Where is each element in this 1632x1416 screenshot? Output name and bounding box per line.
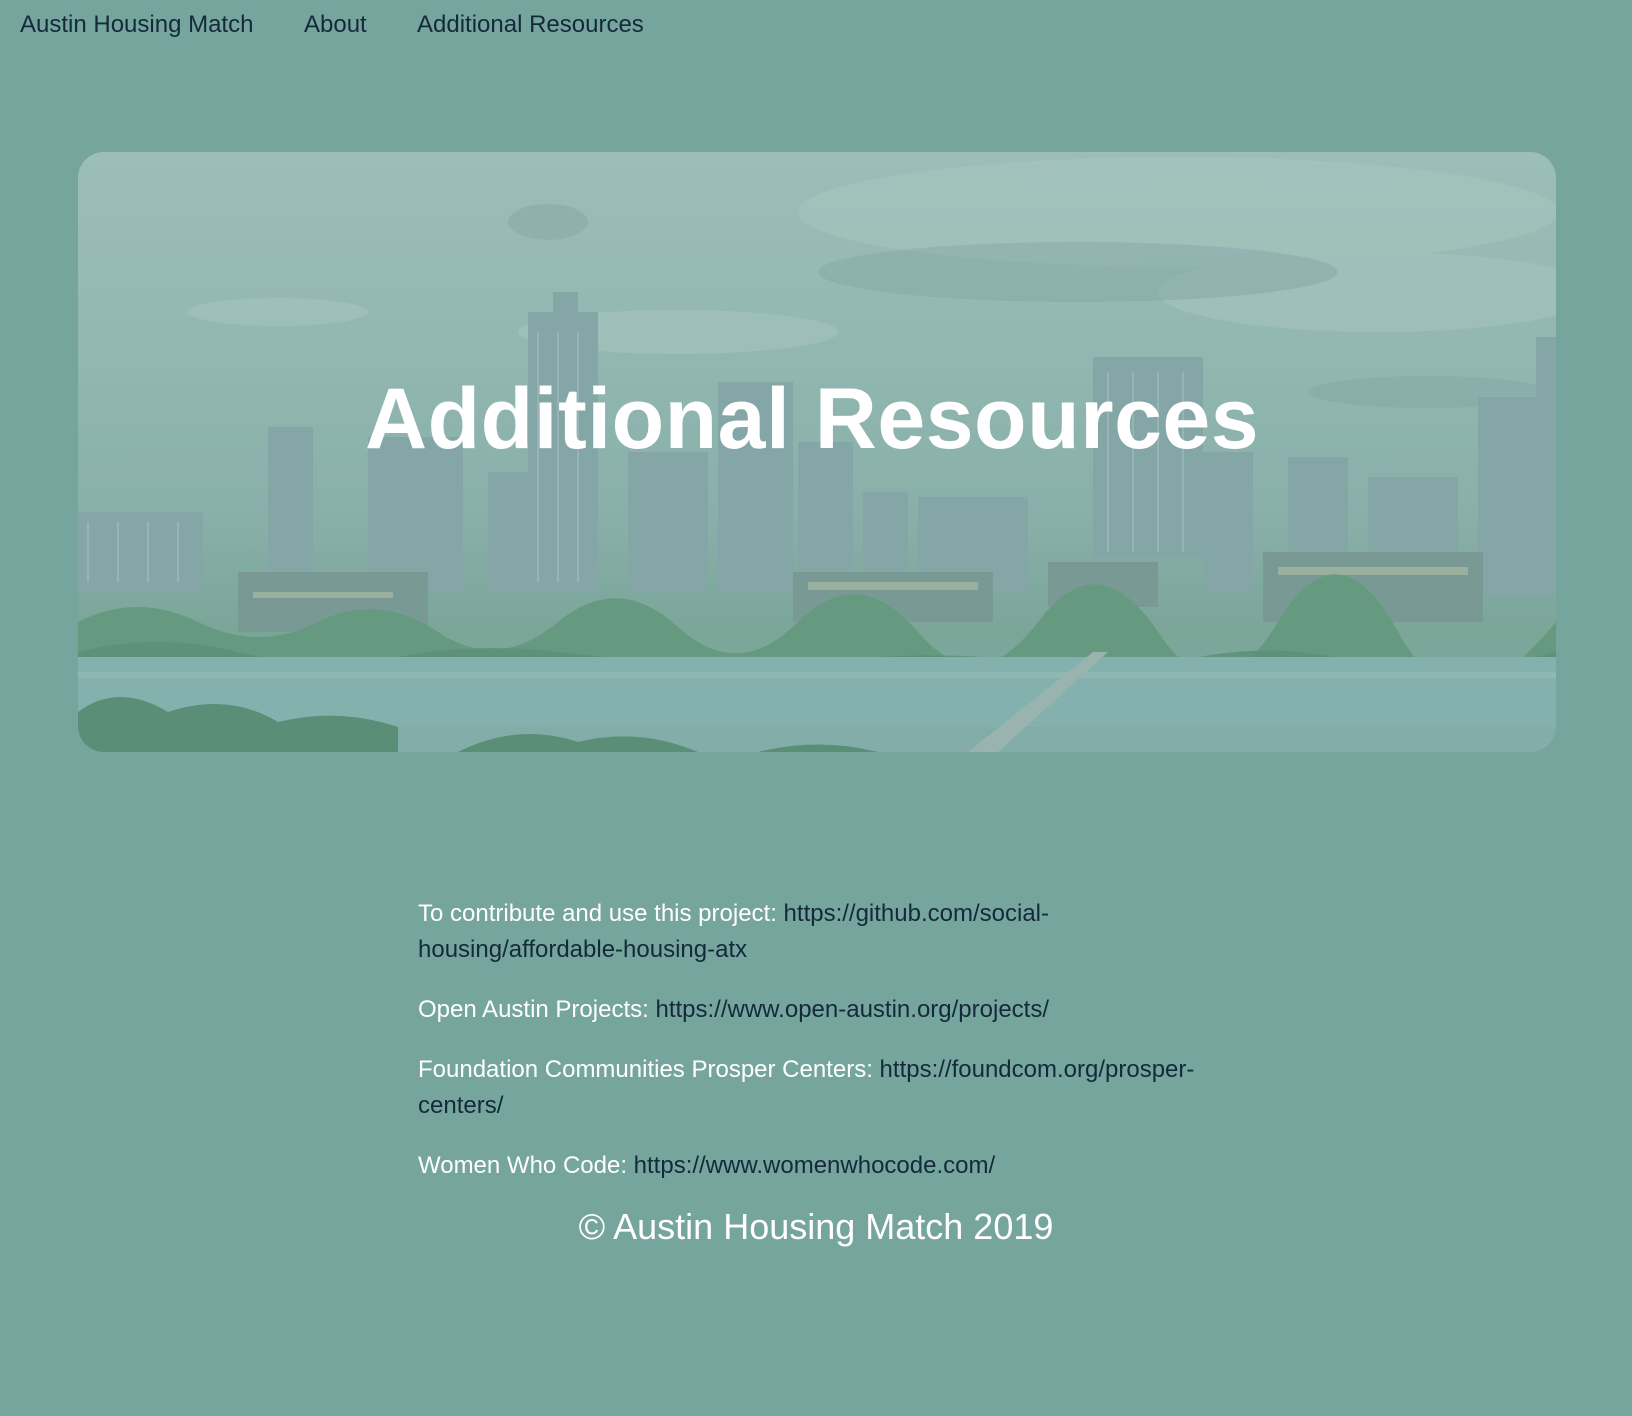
resource-label: Foundation Communities Prosper Centers: [418,1056,880,1083]
resource-label: Open Austin Projects: [418,996,656,1023]
resource-item-women-who-code: Women Who Code: https://www.womenwhocode… [418,1148,1218,1184]
hero-banner: Additional Resources [78,152,1556,752]
resources-list: To contribute and use this project: http… [418,896,1218,1208]
nav-resources-link[interactable]: Additional Resources [417,11,644,39]
resource-label: Women Who Code: [418,1152,634,1179]
resource-label: To contribute and use this project: [418,900,784,927]
open-austin-link[interactable]: https://www.open-austin.org/projects/ [655,996,1049,1023]
women-who-code-link[interactable]: https://www.womenwhocode.com/ [634,1152,996,1179]
nav-about-link[interactable]: About [304,11,367,39]
nav-brand-link[interactable]: Austin Housing Match [20,11,253,39]
resource-item-open-austin: Open Austin Projects: https://www.open-a… [418,992,1218,1028]
resource-item-github: To contribute and use this project: http… [418,896,1218,968]
hero-title: Additional Resources [365,371,1260,467]
footer-copyright: © Austin Housing Match 2019 [578,1206,1054,1247]
resource-item-foundcom: Foundation Communities Prosper Centers: … [418,1052,1218,1124]
top-nav: Austin Housing Match About Additional Re… [0,0,1632,52]
